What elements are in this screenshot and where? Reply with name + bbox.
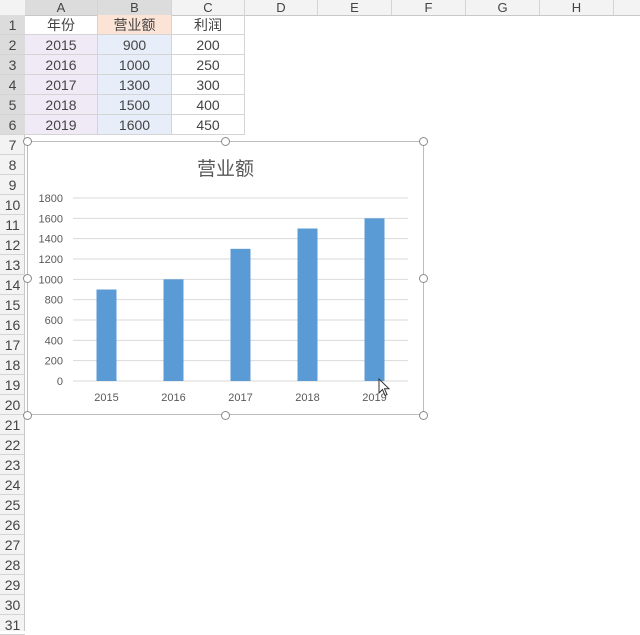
row-header-14[interactable]: 14 <box>0 275 25 295</box>
x-tick-label: 2016 <box>161 392 185 404</box>
column-header-f[interactable]: F <box>392 0 466 15</box>
row-header-21[interactable]: 21 <box>0 415 25 435</box>
row-header-13[interactable]: 13 <box>0 255 25 275</box>
bar-2017[interactable] <box>230 248 251 381</box>
resize-handle-top-right[interactable] <box>419 137 428 146</box>
y-tick-label: 1800 <box>39 193 63 205</box>
row-header-3[interactable]: 3 <box>0 55 25 75</box>
row-header-29[interactable]: 29 <box>0 575 25 595</box>
row-header-8[interactable]: 8 <box>0 155 25 175</box>
chart-plot[interactable]: 0 200 400 600 800 1000 1200 1400 1600 1800 2015 201… <box>28 142 423 414</box>
bar-2015[interactable] <box>96 289 117 382</box>
column-header-b[interactable]: B <box>98 0 172 15</box>
y-tick-label: 0 <box>57 376 63 388</box>
row-header-12[interactable]: 12 <box>0 235 25 255</box>
row-header-30[interactable]: 30 <box>0 595 25 615</box>
column-header-h[interactable]: H <box>540 0 614 15</box>
cell-b4[interactable]: 1300 <box>98 75 172 95</box>
cell-b1[interactable]: 营业额 <box>98 15 172 35</box>
row-header-4[interactable]: 4 <box>0 75 25 95</box>
row-header-2[interactable]: 2 <box>0 35 25 55</box>
x-tick-label: 2017 <box>228 392 252 404</box>
y-tick-label: 1200 <box>39 254 63 266</box>
cell-a1[interactable]: 年份 <box>25 15 98 35</box>
cell-a5[interactable]: 2018 <box>25 95 98 115</box>
cell-a4[interactable]: 2017 <box>25 75 98 95</box>
row-header-20[interactable]: 20 <box>0 395 25 415</box>
row-header-25[interactable]: 25 <box>0 495 25 515</box>
cell-b3[interactable]: 1000 <box>98 55 172 75</box>
x-tick-label: 2015 <box>94 392 118 404</box>
row-header-31[interactable]: 31 <box>0 615 25 635</box>
resize-handle-middle-left[interactable] <box>23 274 32 283</box>
resize-handle-top-left[interactable] <box>23 137 32 146</box>
cell-c4[interactable]: 300 <box>172 75 245 95</box>
row-header-24[interactable]: 24 <box>0 475 25 495</box>
row-header-6[interactable]: 6 <box>0 115 25 135</box>
column-header-d[interactable]: D <box>245 0 318 15</box>
cell-b6[interactable]: 1600 <box>98 115 172 135</box>
resize-handle-bottom-left[interactable] <box>23 411 32 420</box>
row-header-17[interactable]: 17 <box>0 335 25 355</box>
row-header-1[interactable]: 1 <box>0 15 25 35</box>
row-header-11[interactable]: 11 <box>0 215 25 235</box>
y-tick-label: 600 <box>45 315 63 327</box>
column-header-c[interactable]: C <box>172 0 245 15</box>
row-header-16[interactable]: 16 <box>0 315 25 335</box>
x-tick-label: 2018 <box>295 392 319 404</box>
row-header-22[interactable]: 22 <box>0 435 25 455</box>
y-tick-label: 200 <box>45 356 63 368</box>
bar-2019[interactable] <box>364 218 385 381</box>
cell-a2[interactable]: 2015 <box>25 35 98 55</box>
row-header-9[interactable]: 9 <box>0 175 25 195</box>
cell-a6[interactable]: 2019 <box>25 115 98 135</box>
resize-handle-middle-right[interactable] <box>419 274 428 283</box>
row-header-15[interactable]: 15 <box>0 295 25 315</box>
column-header-a[interactable]: A <box>25 0 98 15</box>
row-header-19[interactable]: 19 <box>0 375 25 395</box>
row-header-28[interactable]: 28 <box>0 555 25 575</box>
row-header-7[interactable]: 7 <box>0 135 25 155</box>
y-tick-label: 1000 <box>39 274 63 286</box>
row-header-10[interactable]: 10 <box>0 195 25 215</box>
cell-c5[interactable]: 400 <box>172 95 245 115</box>
cell-a3[interactable]: 2016 <box>25 55 98 75</box>
y-tick-label: 1600 <box>39 213 63 225</box>
row-header-23[interactable]: 23 <box>0 455 25 475</box>
cell-c1[interactable]: 利润 <box>172 15 245 35</box>
y-tick-label: 1400 <box>39 234 63 246</box>
y-tick-label: 400 <box>45 335 63 347</box>
bar-2016[interactable] <box>163 279 184 381</box>
y-tick-label: 800 <box>45 295 63 307</box>
cell-c2[interactable]: 200 <box>172 35 245 55</box>
bar-2018[interactable] <box>297 228 318 382</box>
cell-c3[interactable]: 250 <box>172 55 245 75</box>
row-header-26[interactable]: 26 <box>0 515 25 535</box>
resize-handle-top-middle[interactable] <box>221 137 230 146</box>
row-header-5[interactable]: 5 <box>0 95 25 115</box>
row-header-27[interactable]: 27 <box>0 535 25 555</box>
mouse-pointer-icon <box>378 378 391 397</box>
cell-b2[interactable]: 900 <box>98 35 172 55</box>
resize-handle-bottom-middle[interactable] <box>221 411 230 420</box>
column-header-e[interactable]: E <box>318 0 392 15</box>
row-header-18[interactable]: 18 <box>0 355 25 375</box>
chart-area[interactable]: 营业额 0 200 400 600 800 1000 1200 1400 1600 1800 201… <box>27 141 424 415</box>
cell-b5[interactable]: 1500 <box>98 95 172 115</box>
resize-handle-bottom-right[interactable] <box>419 411 428 420</box>
column-header-g[interactable]: G <box>466 0 540 15</box>
cell-c6[interactable]: 450 <box>172 115 245 135</box>
